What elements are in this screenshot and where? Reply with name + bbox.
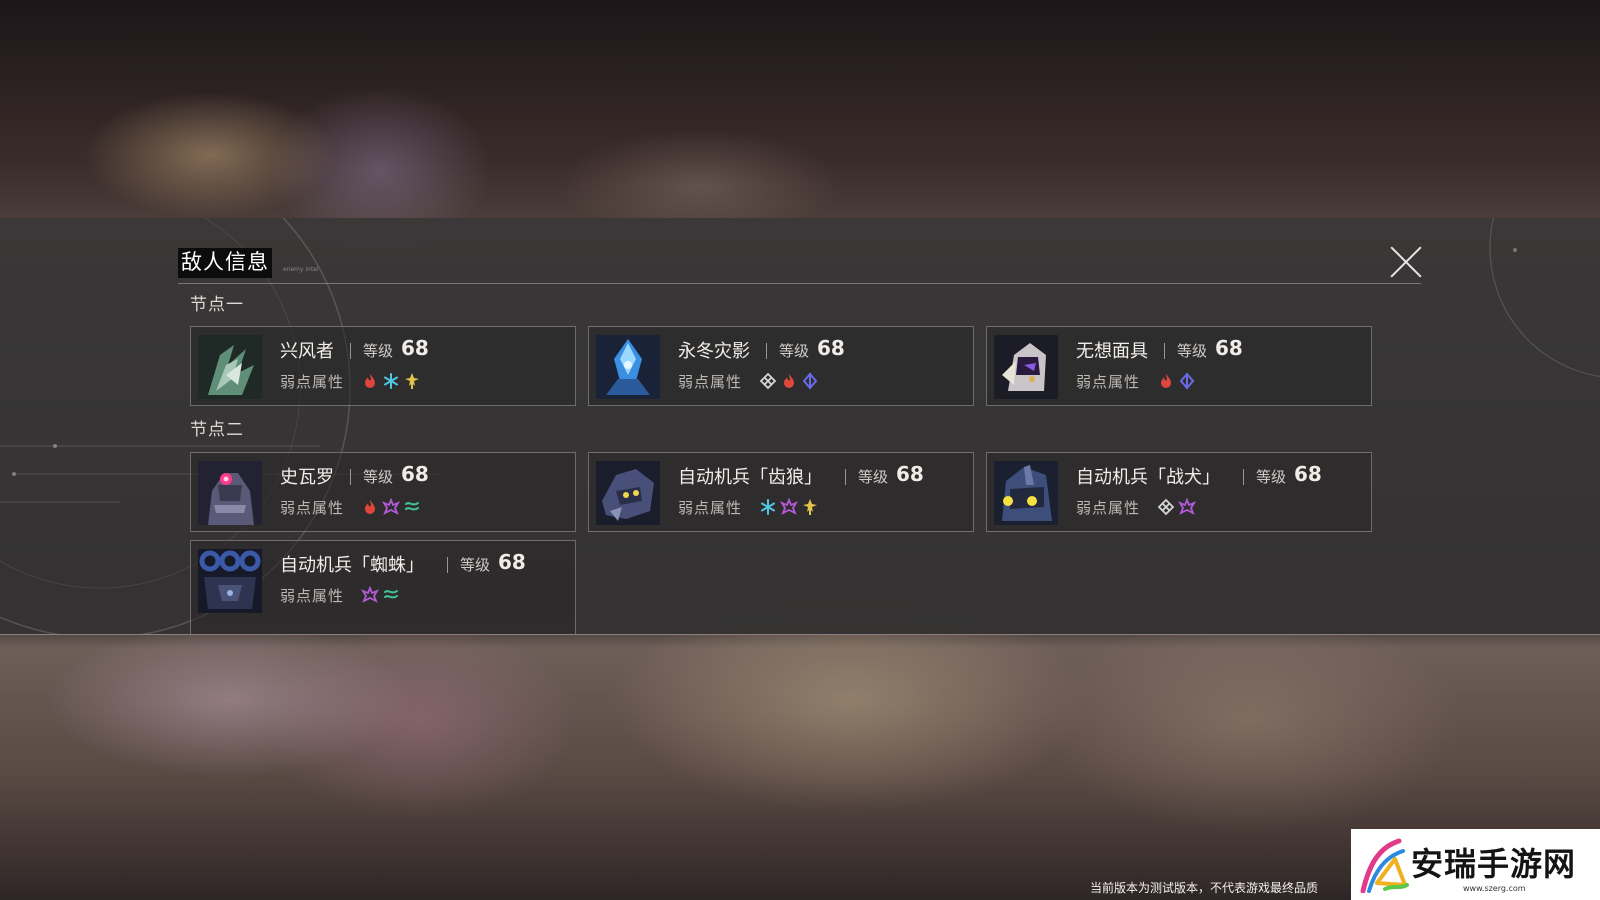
- enemy-name: 自动机兵「齿狼」: [678, 467, 822, 488]
- enemy-name: 永冬灾影: [678, 341, 750, 362]
- level-value: 68: [817, 336, 845, 360]
- watermark-logo-icon: [1360, 838, 1409, 893]
- enemy-name: 兴风者: [280, 341, 334, 362]
- enemy-card[interactable]: 自动机兵「蜘蛛」 等级 68 弱点属性: [190, 540, 576, 634]
- enemy-card[interactable]: 史瓦罗 等级 68 弱点属性: [190, 452, 576, 532]
- site-watermark: 安瑞手游网 www.szerg.com: [1351, 829, 1600, 900]
- imaginary-icon: [1178, 498, 1196, 516]
- weakness-label: 弱点属性: [280, 587, 345, 605]
- weakness-icons: [361, 372, 421, 390]
- wind-warrior-portrait: [198, 335, 262, 399]
- fire-icon: [1157, 372, 1175, 390]
- panel-subtitle: enemy intel: [283, 266, 319, 273]
- wind-icon: [403, 498, 421, 516]
- automaton-wolf-portrait: [596, 461, 660, 525]
- weakness-icons: [361, 498, 421, 516]
- svarog-portrait: [198, 461, 262, 525]
- weakness-label: 弱点属性: [1076, 373, 1141, 391]
- name-level-separator: [350, 343, 351, 359]
- enemy-name: 自动机兵「战犬」: [1076, 467, 1220, 488]
- level-label: 等级: [1177, 342, 1208, 360]
- imaginary-icon: [382, 498, 400, 516]
- name-level-separator: [447, 557, 448, 573]
- enemy-name: 史瓦罗: [280, 467, 334, 488]
- level-label: 等级: [779, 342, 810, 360]
- enemy-card[interactable]: 自动机兵「齿狼」 等级 68 弱点属性: [588, 452, 974, 532]
- level-value: 68: [1215, 336, 1243, 360]
- watermark-url: www.szerg.com: [1463, 884, 1526, 893]
- physical-icon: [759, 372, 777, 390]
- fire-icon: [361, 372, 379, 390]
- lightning-icon: [801, 498, 819, 516]
- weakness-label: 弱点属性: [280, 499, 345, 517]
- fire-icon: [361, 498, 379, 516]
- weakness-icons: [759, 372, 819, 390]
- enemy-name: 自动机兵「蜘蛛」: [280, 555, 424, 576]
- section-label-node-2: 节点二: [190, 420, 244, 440]
- enemy-card[interactable]: 自动机兵「战犬」 等级 68 弱点属性: [986, 452, 1372, 532]
- quantum-icon: [801, 372, 819, 390]
- automaton-spider-portrait: [198, 549, 262, 613]
- weakness-label: 弱点属性: [1076, 499, 1141, 517]
- enemy-card[interactable]: 永冬灾影 等级 68 弱点属性: [588, 326, 974, 406]
- watermark-text: 安瑞手游网: [1411, 845, 1577, 883]
- enemy-card[interactable]: 兴风者 等级 68 弱点属性: [190, 326, 576, 406]
- weakness-icons: [361, 586, 400, 604]
- weakness-label: 弱点属性: [280, 373, 345, 391]
- name-level-separator: [845, 469, 846, 485]
- imaginary-icon: [361, 586, 379, 604]
- enemy-info-panel: 敌人信息 enemy intel 节点一 兴风者 等级 68 弱点属性 永冬灾影…: [0, 218, 1600, 635]
- physical-icon: [1157, 498, 1175, 516]
- weakness-icons: [1157, 372, 1196, 390]
- imaginary-icon: [780, 498, 798, 516]
- level-label: 等级: [858, 468, 889, 486]
- weakness-label: 弱点属性: [678, 373, 743, 391]
- level-value: 68: [1294, 462, 1322, 486]
- test-version-notice: 当前版本为测试版本，不代表游戏最终品质: [1090, 881, 1319, 895]
- level-label: 等级: [363, 468, 394, 486]
- wind-icon: [382, 586, 400, 604]
- lightning-icon: [403, 372, 421, 390]
- level-label: 等级: [460, 556, 491, 574]
- level-value: 68: [498, 550, 526, 574]
- automaton-hound-portrait: [994, 461, 1058, 525]
- fire-icon: [780, 372, 798, 390]
- name-level-separator: [350, 469, 351, 485]
- level-value: 68: [401, 462, 429, 486]
- ice-icon: [382, 372, 400, 390]
- panel-title: 敌人信息: [178, 248, 272, 278]
- level-value: 68: [401, 336, 429, 360]
- name-level-separator: [766, 343, 767, 359]
- name-level-separator: [1164, 343, 1165, 359]
- ice-crystal-beast-portrait: [596, 335, 660, 399]
- close-icon[interactable]: [1389, 245, 1423, 279]
- section-label-node-1: 节点一: [190, 295, 244, 315]
- enemy-name: 无想面具: [1076, 341, 1148, 362]
- name-level-separator: [1243, 469, 1244, 485]
- enemy-card[interactable]: 无想面具 等级 68 弱点属性: [986, 326, 1372, 406]
- weakness-icons: [759, 498, 819, 516]
- level-value: 68: [896, 462, 924, 486]
- weakness-label: 弱点属性: [678, 499, 743, 517]
- level-label: 等级: [1256, 468, 1287, 486]
- ice-icon: [759, 498, 777, 516]
- title-divider: [178, 283, 1421, 284]
- weakness-icons: [1157, 498, 1196, 516]
- quantum-icon: [1178, 372, 1196, 390]
- mask-portrait: [994, 335, 1058, 399]
- level-label: 等级: [363, 342, 394, 360]
